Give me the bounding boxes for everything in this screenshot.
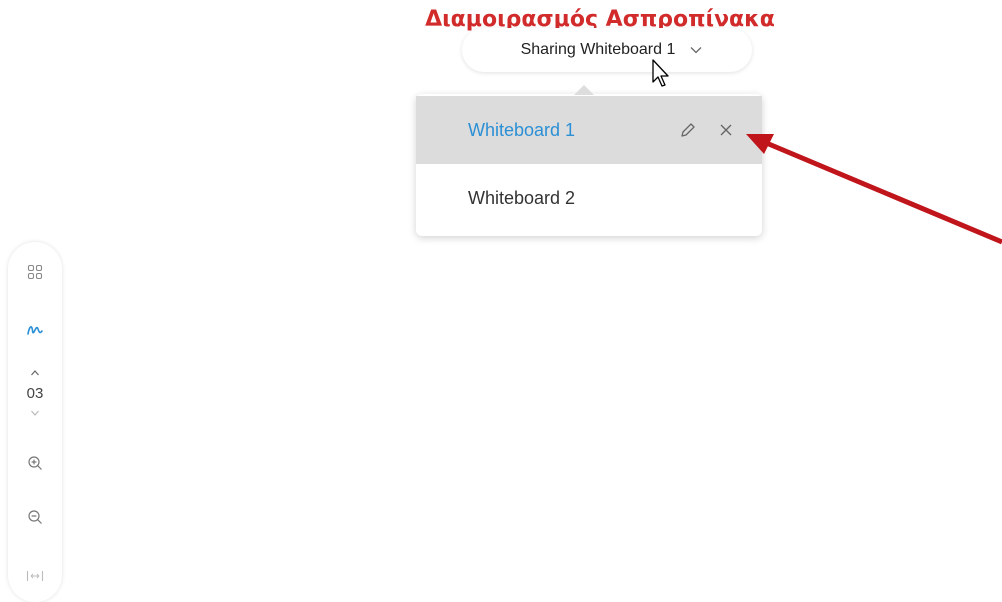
close-icon[interactable]	[716, 120, 736, 140]
sharing-label: Sharing Whiteboard 1	[520, 41, 676, 58]
sharing-whiteboard-selector[interactable]: Sharing Whiteboard 1	[462, 28, 752, 72]
whiteboard-item-label: Whiteboard 1	[468, 119, 576, 140]
pencil-icon[interactable]	[678, 120, 698, 140]
whiteboard-item-label: Whiteboard 2	[468, 187, 576, 208]
whiteboard-item-2[interactable]: Whiteboard 2	[416, 164, 762, 232]
pen-icon[interactable]	[8, 318, 62, 342]
chevron-up-icon[interactable]	[8, 366, 62, 380]
grid-icon[interactable]	[8, 260, 62, 284]
left-toolbar: 03	[8, 242, 62, 602]
whiteboard-dropdown: Whiteboard 1 Whiteboard 2	[416, 85, 762, 236]
mouse-cursor-icon	[652, 59, 669, 87]
dropdown-notch	[574, 85, 594, 95]
zoom-out-icon[interactable]	[8, 506, 62, 528]
whiteboard-item-1[interactable]: Whiteboard 1	[416, 96, 762, 164]
annotation-arrow-icon	[746, 134, 1002, 245]
zoom-in-icon[interactable]	[8, 452, 62, 474]
chevron-down-icon[interactable]	[8, 406, 62, 420]
page-number: 03	[26, 384, 44, 402]
fit-width-icon[interactable]	[8, 566, 62, 586]
chevron-down-icon	[689, 43, 703, 57]
